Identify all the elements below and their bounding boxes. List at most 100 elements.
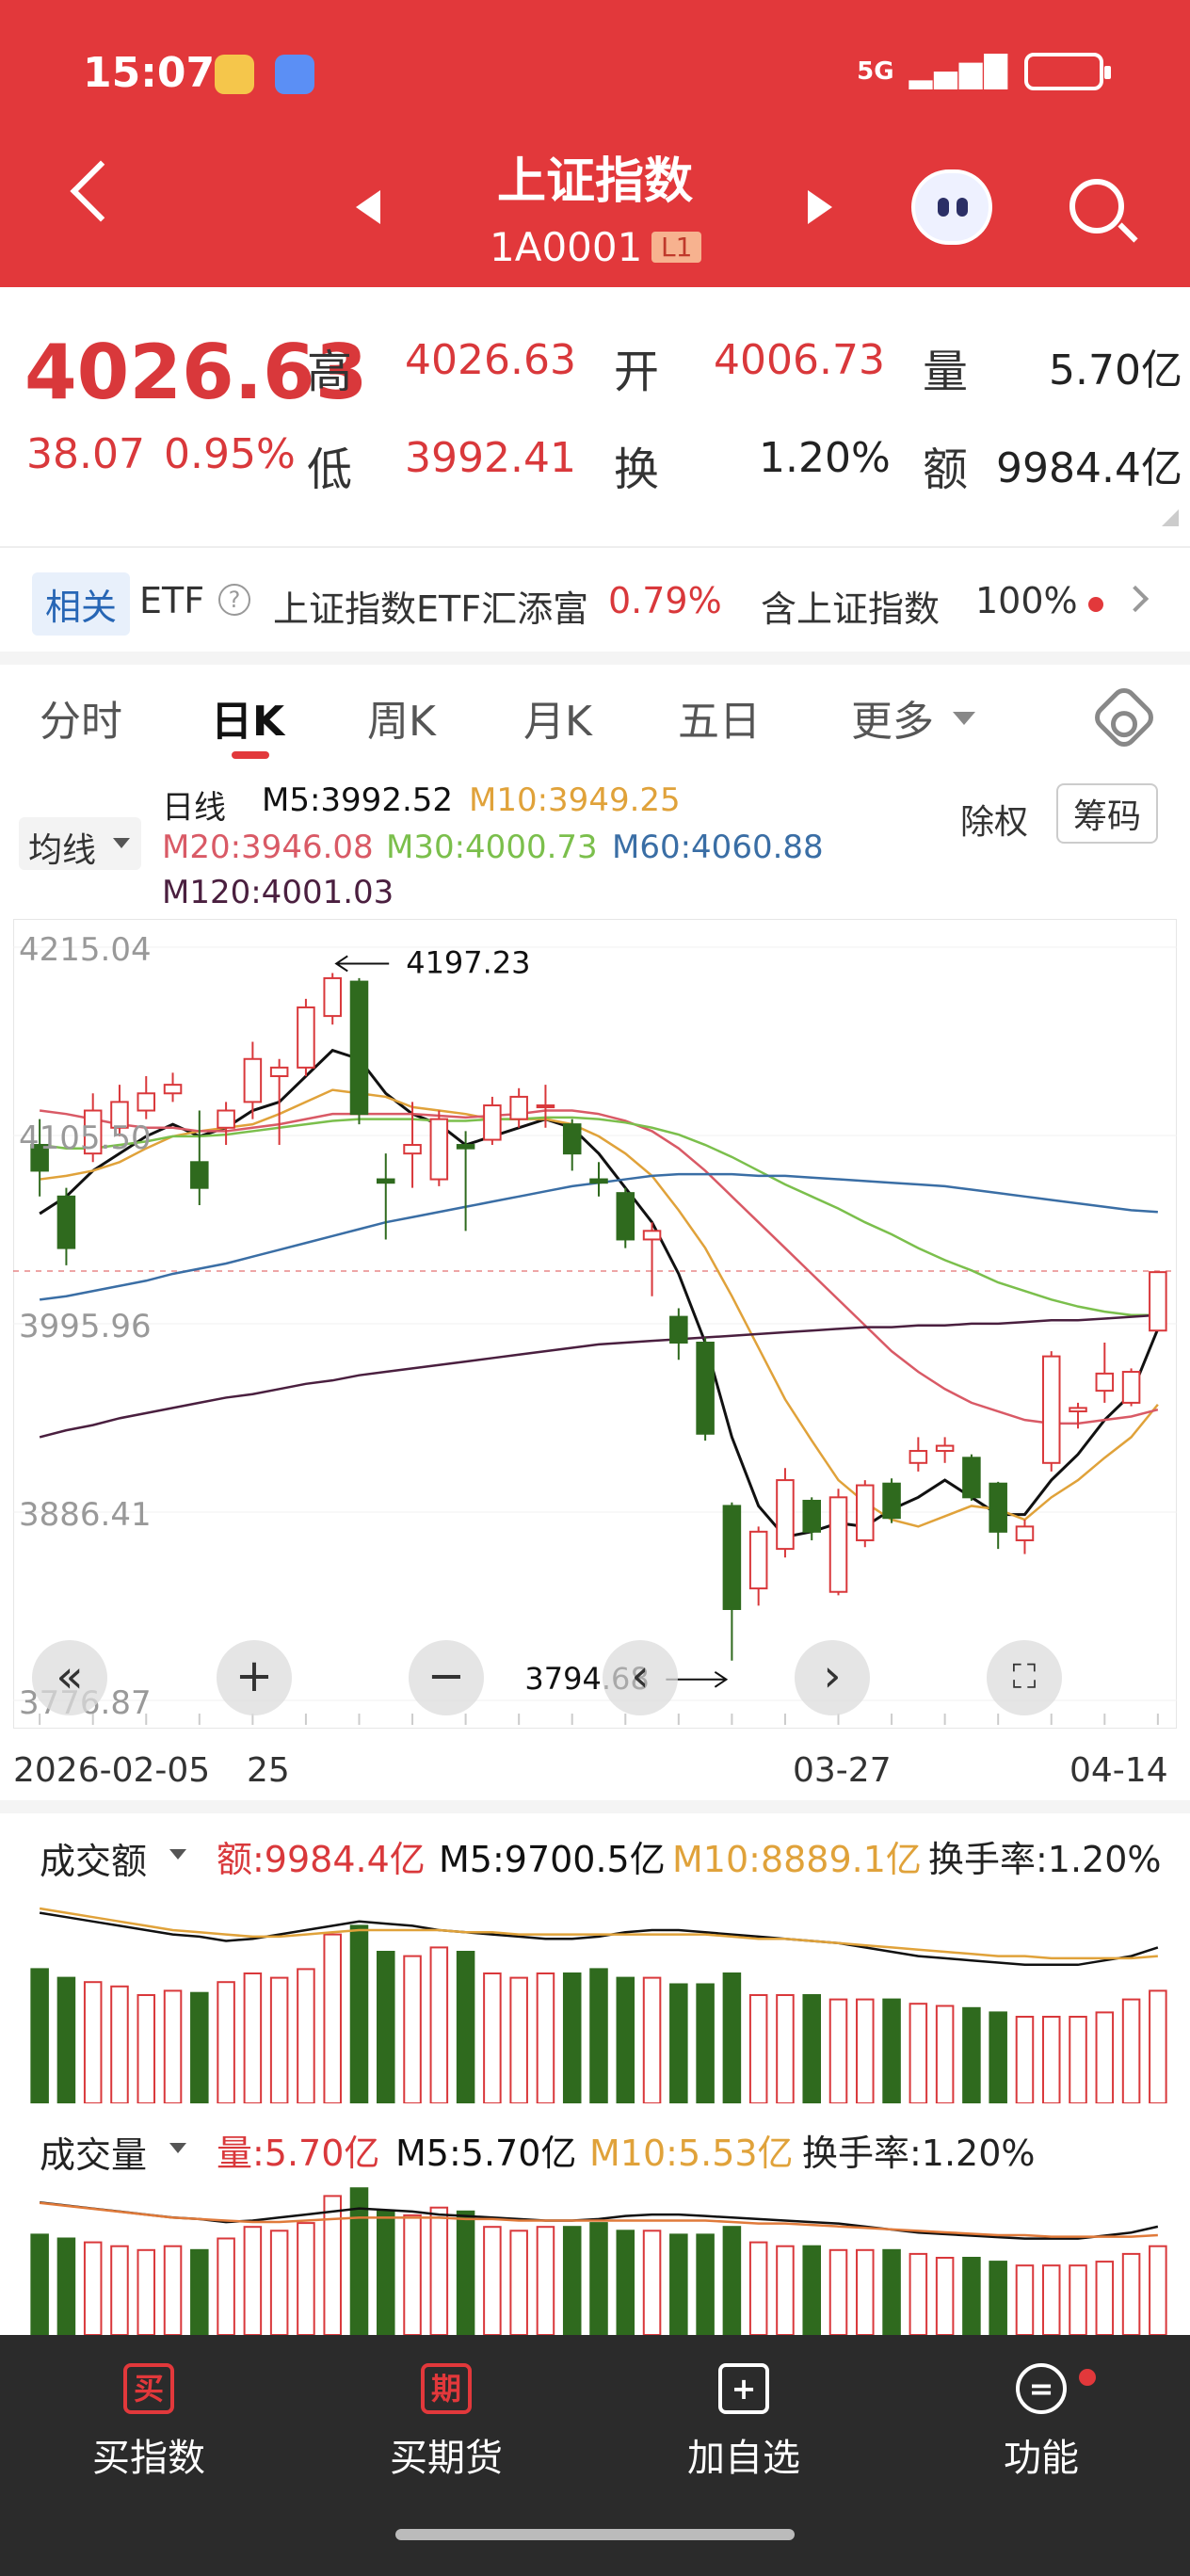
expand-corner-icon[interactable] xyxy=(1162,509,1179,526)
candle-body xyxy=(1121,1371,1141,1404)
candle-body xyxy=(1149,1271,1167,1332)
x-label-end: 04-14 xyxy=(1069,1751,1168,1790)
candle-body xyxy=(882,1482,901,1520)
zoom-out-icon[interactable]: − xyxy=(409,1640,484,1715)
nav-add-watchlist[interactable]: + 加自选 xyxy=(659,2363,828,2482)
weather-icon xyxy=(215,55,254,94)
y-tick-label: 3886.41 xyxy=(19,1496,152,1534)
high-value: 4026.63 xyxy=(405,336,576,384)
battery-icon xyxy=(1024,53,1111,90)
scroll-right-icon[interactable]: › xyxy=(795,1640,870,1715)
quote-panel: 4026.63 38.07 0.95% 高 4026.63 开 4006.73 … xyxy=(0,287,1190,541)
y-tick-label: 3995.96 xyxy=(19,1308,152,1345)
tab-more[interactable]: 更多 xyxy=(851,687,934,748)
home-indicator xyxy=(395,2529,795,2540)
volume-bar xyxy=(243,2226,263,2335)
candle-body xyxy=(323,976,342,1018)
fullscreen-icon[interactable]: ⛶ xyxy=(987,1640,1062,1715)
volume-label: 量 xyxy=(923,346,969,398)
rewind-icon[interactable]: « xyxy=(32,1640,107,1715)
etf-row[interactable]: 相关 ETF ? 上证指数ETF汇添富 0.79% 含上证指数 100% xyxy=(0,555,1190,650)
help-icon[interactable]: ? xyxy=(218,584,250,616)
x-label-start: 2026-02-05 xyxy=(13,1751,211,1790)
candle-body xyxy=(828,1496,848,1593)
search-icon[interactable] xyxy=(1069,179,1124,233)
page-title: 上证指数 xyxy=(496,153,693,210)
ma60-value: M60:4060.88 xyxy=(612,829,824,866)
volume-bar xyxy=(882,2248,901,2335)
amount-selector[interactable]: 成交额 xyxy=(19,1828,198,1882)
volume-bar xyxy=(56,2237,76,2335)
volume-bar xyxy=(137,1994,156,2103)
volume-bar xyxy=(349,1924,369,2103)
volume-current: 量:5.70亿 xyxy=(217,2133,380,2174)
volume-ma10: M10:5.53亿 xyxy=(589,2133,794,2174)
amount-ma10: M10:8889.1亿 xyxy=(672,1839,922,1880)
chevron-right-icon[interactable] xyxy=(1121,585,1150,613)
nav-buy-index[interactable]: 买 买指数 xyxy=(64,2363,233,2482)
assistant-robot-icon[interactable] xyxy=(911,169,992,245)
volume-bar xyxy=(83,2241,103,2335)
contains-pct: 100% xyxy=(975,580,1078,621)
zoom-in-icon[interactable]: + xyxy=(217,1640,292,1715)
volume-bar xyxy=(190,1991,209,2103)
open-value: 4006.73 xyxy=(714,336,885,384)
next-stock-icon[interactable] xyxy=(808,190,832,224)
volume-bar xyxy=(1121,2252,1141,2335)
volume-bar xyxy=(562,1972,582,2103)
amount-selector-label: 成交额 xyxy=(40,1841,148,1882)
volume-bar xyxy=(110,1985,129,2103)
volume-bar xyxy=(989,2261,1007,2335)
volume-bar xyxy=(536,1972,555,2103)
high-label: 高 xyxy=(307,346,353,398)
volume-bar xyxy=(509,2230,528,2335)
scroll-left-icon[interactable]: ‹ xyxy=(603,1640,678,1715)
y-tick-label: 4105.50 xyxy=(19,1119,152,1157)
volume-bar xyxy=(1015,2264,1035,2335)
volume-bar xyxy=(776,2245,795,2335)
ex-rights-button[interactable]: 除权 xyxy=(945,791,1043,847)
etf-fund-change: 0.79% xyxy=(608,580,722,621)
volume-bar xyxy=(1015,2016,1035,2103)
candle-body xyxy=(349,980,369,1116)
candle-body xyxy=(509,1095,528,1120)
volume-bar xyxy=(429,2206,449,2335)
volume-selector[interactable]: 成交量 xyxy=(19,2122,198,2176)
volume-bar xyxy=(269,1976,289,2103)
candle-body xyxy=(962,1457,981,1499)
tab-monthly-k[interactable]: 月K xyxy=(523,687,592,748)
ma-selector-label: 均线 xyxy=(28,831,97,870)
candle-body xyxy=(1041,1355,1061,1464)
candle-body xyxy=(297,1006,315,1069)
volume-bar xyxy=(163,1989,183,2103)
volume-bar xyxy=(243,1972,263,2103)
volume-bar xyxy=(616,2230,635,2335)
chip-button[interactable]: 筹码 xyxy=(1056,783,1159,844)
status-time: 15:07 xyxy=(83,49,216,97)
ma-selector[interactable]: 均线 xyxy=(19,817,141,870)
kline-chart[interactable]: 4215.044105.503995.963886.413776.87 4197… xyxy=(13,919,1177,1729)
price-change: 38.07 xyxy=(26,430,145,478)
nav-functions[interactable]: = 功能 xyxy=(957,2363,1126,2482)
candle-body xyxy=(456,1144,475,1150)
candle-body xyxy=(722,1505,742,1610)
tab-five-day[interactable]: 五日 xyxy=(678,687,761,748)
volume-bar xyxy=(589,2222,608,2335)
contains-label: 含上证指数 xyxy=(761,588,941,630)
amount-turnover: 换手率:1.20% xyxy=(928,1839,1162,1880)
tab-daily-k[interactable]: 日K xyxy=(211,687,284,748)
tab-weekly-k[interactable]: 周K xyxy=(367,687,436,748)
more-dropdown-icon xyxy=(953,712,975,725)
volume-bar xyxy=(669,2233,688,2335)
volume-bar xyxy=(989,2011,1007,2103)
nav-buy-futures[interactable]: 期 买期货 xyxy=(362,2363,531,2482)
red-dot-icon xyxy=(1088,597,1103,612)
x-label-mid: 25 xyxy=(247,1751,290,1790)
tab-intraday[interactable]: 分时 xyxy=(40,687,122,748)
volume-bar xyxy=(1069,2016,1087,2103)
volume-bar xyxy=(137,2248,156,2335)
volume-bar xyxy=(935,2004,955,2103)
dropdown-icon xyxy=(113,838,130,848)
network-label: 5G xyxy=(857,57,894,86)
volume-bar xyxy=(536,2226,555,2335)
